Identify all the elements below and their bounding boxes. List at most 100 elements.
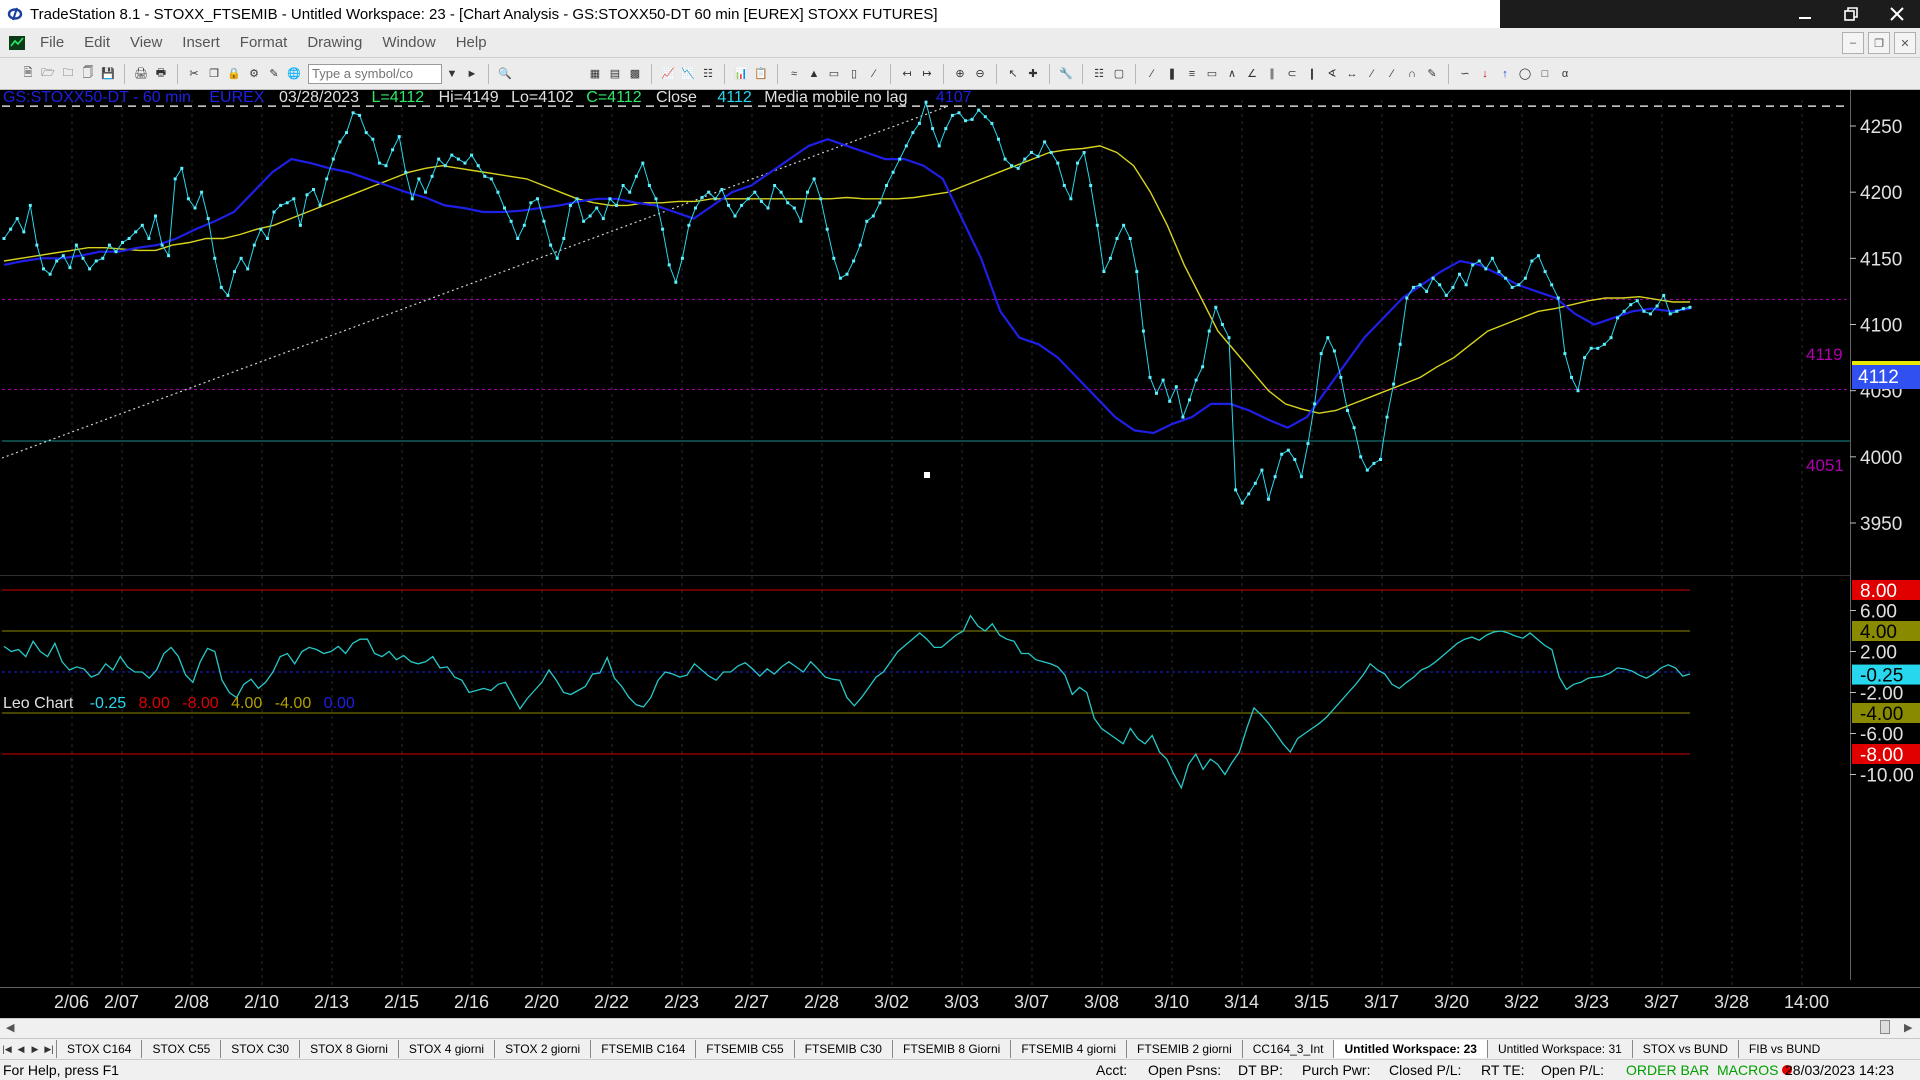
- new-window-icon[interactable]: 🗍: [80, 66, 96, 82]
- tab-ftsemib-8-giorni[interactable]: FTSEMIB 8 Giorni: [891, 1040, 1010, 1058]
- paintbar-icon[interactable]: ▲: [806, 66, 822, 82]
- tab-ftsemib-c55[interactable]: FTSEMIB C55: [695, 1040, 793, 1058]
- print-icon[interactable]: 🖨: [133, 66, 149, 82]
- tools-icon[interactable]: 🔧: [1058, 66, 1074, 82]
- menu-edit[interactable]: Edit: [74, 34, 120, 51]
- tab-stox-8-giorni[interactable]: STOX 8 Giorni: [299, 1040, 398, 1058]
- zoom-out-icon[interactable]: ⊖: [972, 66, 988, 82]
- scroll-thumb[interactable]: [1880, 1020, 1890, 1034]
- arrow-down-icon[interactable]: ↓: [1477, 66, 1493, 82]
- doc-close-button[interactable]: ✕: [1894, 32, 1916, 54]
- line-chart-icon[interactable]: ∕: [866, 66, 882, 82]
- properties-icon[interactable]: ⚙: [246, 66, 262, 82]
- trendline-icon[interactable]: ∕: [1144, 66, 1160, 82]
- tab-stox-c164[interactable]: STOX C164: [56, 1040, 141, 1058]
- menu-help[interactable]: Help: [446, 34, 497, 51]
- ellipse-icon[interactable]: ◯: [1517, 66, 1533, 82]
- tab-last-icon[interactable]: ▶|: [42, 1044, 56, 1055]
- hide-icon[interactable]: ▢: [1111, 66, 1127, 82]
- lock-icon[interactable]: 🔒: [226, 66, 242, 82]
- tab-next-icon[interactable]: ▶: [28, 1044, 42, 1055]
- matrix-icon[interactable]: ☷: [700, 66, 716, 82]
- insert-analysis-icon[interactable]: 📊: [733, 66, 749, 82]
- close-button[interactable]: [1874, 0, 1920, 28]
- candle-chart-icon[interactable]: ▯: [846, 66, 862, 82]
- zoom-in-icon[interactable]: ⊕: [952, 66, 968, 82]
- tab-fib-vs-bund[interactable]: FIB vs BUND: [1737, 1040, 1830, 1058]
- symbol-dropdown-icon[interactable]: ▼: [444, 66, 460, 82]
- regression-icon[interactable]: ∕: [1384, 66, 1400, 82]
- scroll-left-icon[interactable]: ↤: [899, 66, 915, 82]
- menu-insert[interactable]: Insert: [172, 34, 230, 51]
- curve-icon[interactable]: ∽: [1457, 66, 1473, 82]
- text-icon[interactable]: α: [1557, 66, 1573, 82]
- scroll-right-arrow-icon[interactable]: ▶: [1904, 1021, 1912, 1034]
- indicator-icon[interactable]: ≈: [786, 66, 802, 82]
- tab-ftsemib-4-giorni[interactable]: FTSEMIB 4 giorni: [1010, 1040, 1126, 1058]
- arrow-up-icon[interactable]: ↑: [1497, 66, 1513, 82]
- open-workspace-icon[interactable]: 🗀: [60, 66, 76, 82]
- tab-stox-2-giorni[interactable]: STOX 2 giorni: [494, 1040, 590, 1058]
- tab-prev-icon[interactable]: ◀: [14, 1044, 28, 1055]
- arc-icon[interactable]: ∩: [1404, 66, 1420, 82]
- chart-analysis-icon[interactable]: 📈: [660, 66, 676, 82]
- rectangle-icon[interactable]: □: [1537, 66, 1553, 82]
- vertical-line-icon[interactable]: ❚: [1164, 66, 1180, 82]
- chart-canvas[interactable]: 2/06 2/07 2/08 2/10 2/13 2/15 2/16 2/20 2/22 2/23…: [0, 89, 1920, 1018]
- tab-stox-c30[interactable]: STOX C30: [220, 1040, 299, 1058]
- angle-icon[interactable]: ∢: [1324, 66, 1340, 82]
- order-entry-icon[interactable]: ☷: [1091, 66, 1107, 82]
- tab-stox-c55[interactable]: STOX C55: [141, 1040, 220, 1058]
- insert-strategy-icon[interactable]: 📋: [753, 66, 769, 82]
- menu-drawing[interactable]: Drawing: [297, 34, 372, 51]
- scroll-right-icon[interactable]: ↦: [919, 66, 935, 82]
- globe-icon[interactable]: 🌐: [286, 66, 302, 82]
- cut-icon[interactable]: ✂: [186, 66, 202, 82]
- tab-ftsemib-2-giorni[interactable]: FTSEMIB 2 giorni: [1126, 1040, 1242, 1058]
- doc-minimize-button[interactable]: –: [1842, 32, 1864, 54]
- tab-untitled-workspace-31[interactable]: Untitled Workspace: 31: [1486, 1040, 1632, 1058]
- tab-stox-vs-bund[interactable]: STOX vs BUND: [1631, 1040, 1738, 1058]
- tab-ftsemib-c30[interactable]: FTSEMIB C30: [793, 1040, 892, 1058]
- speed-lines-icon[interactable]: ∧: [1224, 66, 1240, 82]
- fib-time-zones-icon[interactable]: ❙: [1304, 66, 1320, 82]
- tab-first-icon[interactable]: |◀: [0, 1044, 14, 1055]
- tab-stox-4-giorni[interactable]: STOX 4 giorni: [397, 1040, 494, 1058]
- tab-untitled-workspace-23[interactable]: Untitled Workspace: 23: [1333, 1040, 1487, 1058]
- data-window-icon[interactable]: ▩: [627, 66, 643, 82]
- symbol-input[interactable]: [308, 63, 442, 84]
- minimize-button[interactable]: [1782, 0, 1828, 28]
- gann-fan-icon[interactable]: ∠: [1244, 66, 1260, 82]
- pointer-icon[interactable]: ↖: [1005, 66, 1021, 82]
- menu-file[interactable]: File: [30, 34, 74, 51]
- fibonacci-icon[interactable]: ∥: [1264, 66, 1280, 82]
- chart-window-icon[interactable]: [8, 34, 26, 52]
- andrews-pitchfork-icon[interactable]: ⊂: [1284, 66, 1300, 82]
- crosshair-icon[interactable]: ✚: [1025, 66, 1041, 82]
- open-folder-icon[interactable]: 🗁: [40, 66, 56, 82]
- arrow-both-icon[interactable]: ↔: [1344, 66, 1360, 82]
- parallel-lines-icon[interactable]: ⁄: [1364, 66, 1380, 82]
- drawing-tools-icon[interactable]: ✎: [266, 66, 282, 82]
- horizontal-scrollbar[interactable]: ◀ ▶: [0, 1018, 1920, 1038]
- scroll-left-arrow-icon[interactable]: ◀: [6, 1021, 14, 1034]
- save-icon[interactable]: 💾: [100, 66, 116, 82]
- horizontal-line-icon[interactable]: ≡: [1184, 66, 1200, 82]
- bar-chart-icon[interactable]: ▭: [826, 66, 842, 82]
- arrow-right-icon[interactable]: ►: [464, 66, 480, 82]
- status-order-bar-macros[interactable]: ORDER BAR MACROS: [1626, 1062, 1793, 1078]
- tab-cc164-3-int[interactable]: CC164_3_Int: [1241, 1040, 1334, 1058]
- radar-screen-icon[interactable]: 📉: [680, 66, 696, 82]
- new-file-icon[interactable]: 🗎: [20, 66, 36, 82]
- tab-ftsemib-c164[interactable]: FTSEMIB C164: [590, 1040, 695, 1058]
- copy-icon[interactable]: ❐: [206, 66, 222, 82]
- pen-icon[interactable]: ✎: [1424, 66, 1440, 82]
- restore-button[interactable]: [1828, 0, 1874, 28]
- workspace-grid-icon[interactable]: ▦: [587, 66, 603, 82]
- channel-icon[interactable]: ▭: [1204, 66, 1220, 82]
- menu-window[interactable]: Window: [372, 34, 445, 51]
- symbol-lookup-icon[interactable]: 🔍: [497, 66, 513, 82]
- menu-format[interactable]: Format: [230, 34, 298, 51]
- workspace-list-icon[interactable]: ▤: [607, 66, 623, 82]
- menu-view[interactable]: View: [120, 34, 172, 51]
